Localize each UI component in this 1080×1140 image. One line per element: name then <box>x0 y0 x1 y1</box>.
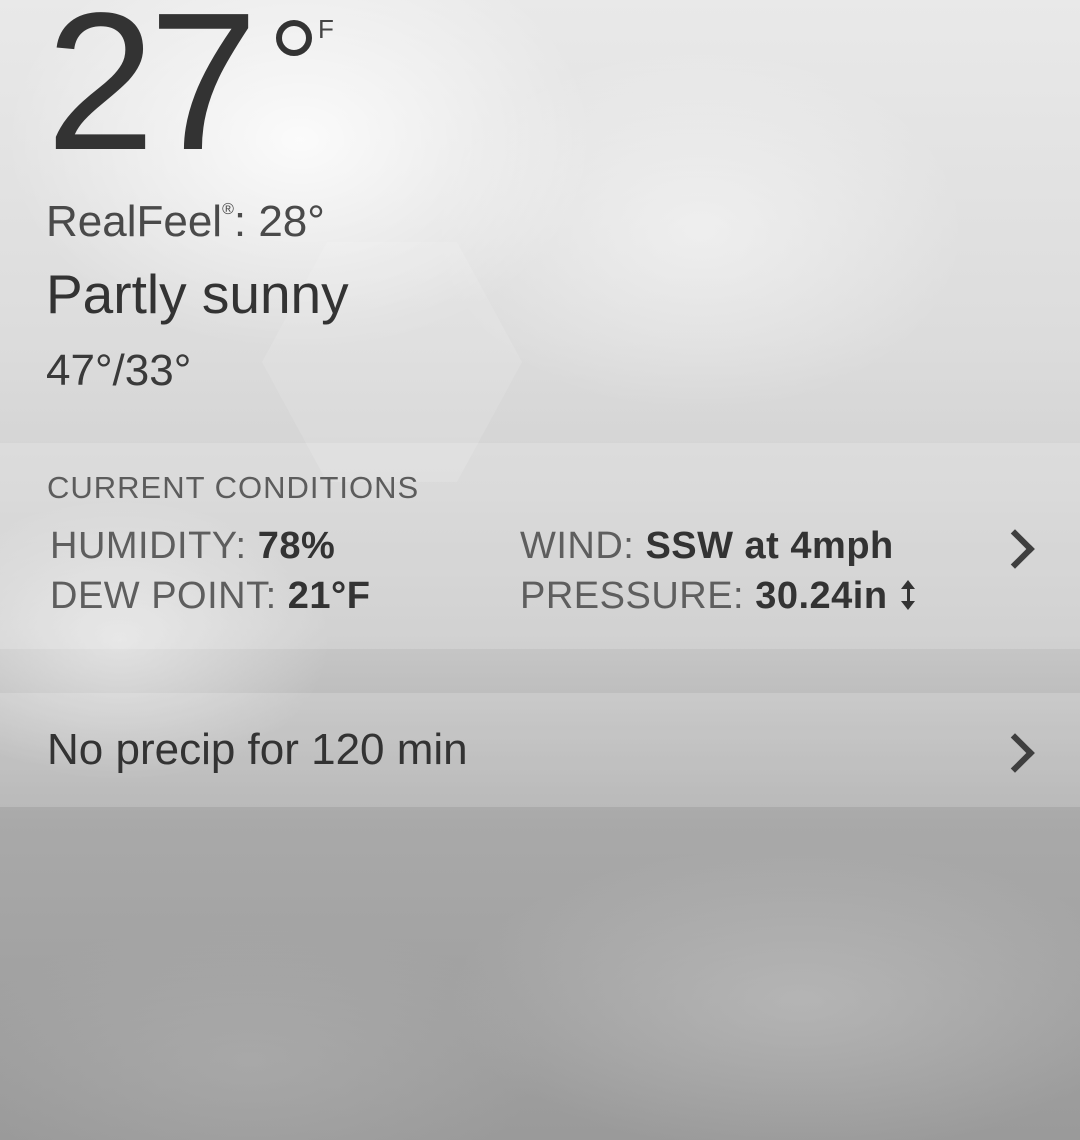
wind-value: SSW at 4mph <box>645 525 894 567</box>
wind-stat: WIND: SSW at 4mph <box>520 525 894 568</box>
registered-mark: ® <box>222 201 234 218</box>
humidity-value: 78% <box>257 525 336 567</box>
realfeel-value: : 28° <box>233 197 325 246</box>
weather-condition: Partly sunny <box>46 263 349 325</box>
wind-label: WIND: <box>520 525 635 567</box>
degree-icon <box>276 20 312 56</box>
dewpoint-value: 21°F <box>287 575 371 617</box>
current-conditions-title: CURRENT CONDITIONS <box>47 470 420 505</box>
precipitation-forecast: No precip for 120 min <box>47 725 468 774</box>
pressure-value: 30.24in <box>755 575 888 617</box>
humidity-label: HUMIDITY: <box>50 525 247 567</box>
pressure-label: PRESSURE: <box>520 575 745 617</box>
realfeel-temperature: RealFeel®: 28° <box>46 197 325 247</box>
humidity-stat: HUMIDITY: 78% <box>50 525 335 568</box>
dewpoint-label: DEW POINT: <box>50 575 277 617</box>
dewpoint-stat: DEW POINT: 21°F <box>50 575 370 618</box>
high-low-temperature: 47°/33° <box>46 346 192 395</box>
pressure-stat: PRESSURE: 30.24in <box>520 575 918 618</box>
temperature-unit: F <box>318 14 334 44</box>
pressure-steady-icon <box>898 580 918 610</box>
realfeel-label: RealFeel <box>46 197 223 246</box>
temperature-value: 27 <box>46 0 258 191</box>
